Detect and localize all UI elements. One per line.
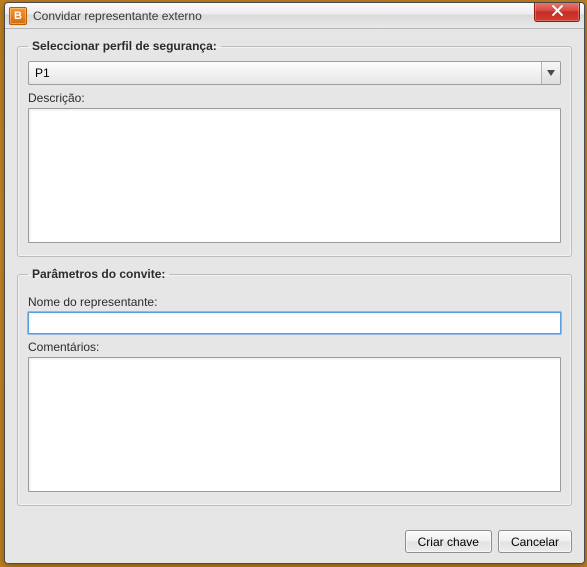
chevron-down-icon bbox=[541, 62, 560, 84]
invite-params-group: Parâmetros do convite: Nome do represent… bbox=[17, 267, 572, 506]
security-profile-value: P1 bbox=[35, 66, 50, 80]
create-key-button[interactable]: Criar chave bbox=[405, 530, 492, 553]
dialog-buttons: Criar chave Cancelar bbox=[17, 524, 572, 553]
dialog-window: B Convidar representante externo Selecci… bbox=[4, 2, 585, 564]
titlebar[interactable]: B Convidar representante externo bbox=[5, 3, 584, 29]
rep-name-label: Nome do representante: bbox=[28, 295, 561, 309]
rep-name-input[interactable] bbox=[28, 312, 561, 334]
invite-params-legend: Parâmetros do convite: bbox=[28, 267, 169, 281]
app-icon: B bbox=[9, 7, 27, 25]
description-label: Descrição: bbox=[28, 91, 561, 105]
description-textarea[interactable] bbox=[28, 108, 561, 243]
close-icon bbox=[552, 5, 563, 19]
app-icon-letter: B bbox=[14, 10, 22, 22]
security-profile-group: Seleccionar perfil de segurança: P1 Desc… bbox=[17, 39, 572, 257]
close-button[interactable] bbox=[534, 2, 580, 22]
security-profile-legend: Seleccionar perfil de segurança: bbox=[28, 39, 221, 53]
window-title: Convidar representante externo bbox=[33, 9, 202, 23]
comments-label: Comentários: bbox=[28, 340, 561, 354]
cancel-button[interactable]: Cancelar bbox=[498, 530, 572, 553]
dialog-body: Seleccionar perfil de segurança: P1 Desc… bbox=[5, 29, 584, 563]
comments-textarea[interactable] bbox=[28, 357, 561, 492]
security-profile-dropdown[interactable]: P1 bbox=[28, 61, 561, 85]
